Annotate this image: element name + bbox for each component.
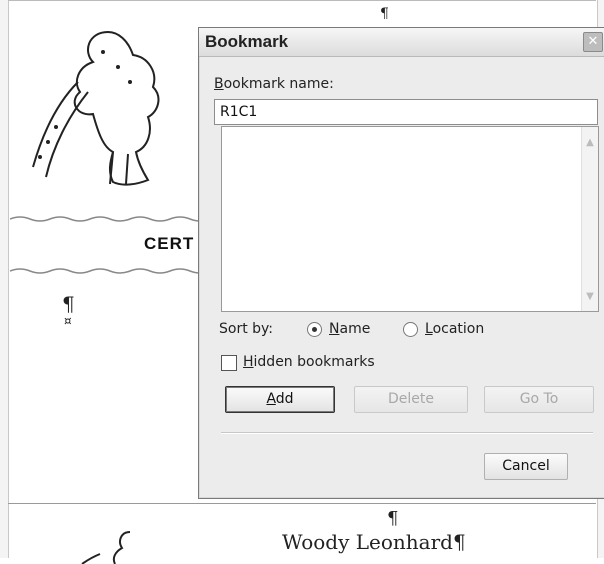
clip-art-image [81,531,131,564]
dialog-title: Bookmark [205,32,289,51]
bookmark-name-label: Bookmark name: [214,76,334,92]
paragraph-mark: ¶ [62,292,75,316]
sort-by-label: Sort by: [219,321,274,337]
close-icon: ✕ [587,34,599,49]
add-button[interactable]: Add [225,386,335,413]
list-scrollbar[interactable]: ▲ ▼ [581,127,598,311]
clip-art-image [32,30,160,186]
dialog-title-bar[interactable]: Bookmark ✕ [199,28,604,57]
sort-name-radio[interactable] [307,322,322,337]
delete-button[interactable]: Delete [354,386,468,413]
cancel-button[interactable]: Cancel [484,453,568,480]
scroll-down-icon[interactable]: ▼ [582,289,598,305]
table-border-top [8,0,596,1]
bookmark-name-input[interactable]: R1C1 [214,99,598,125]
sort-location-label[interactable]: Location [425,321,484,337]
paragraph-mark: ¶ [387,508,399,529]
scroll-up-icon[interactable]: ▲ [582,135,598,151]
sort-location-radio[interactable] [403,322,418,337]
paragraph-mark: ¶ [380,6,389,22]
hidden-bookmarks-label[interactable]: Hidden bookmarks [243,354,375,370]
bookmark-dialog: Bookmark ✕ Bookmark name: R1C1 ▲ ▼ Sort … [198,27,604,499]
bookmark-list[interactable]: ▲ ▼ [221,126,599,312]
dialog-divider [221,432,593,434]
sort-name-label[interactable]: Name [329,321,370,337]
hidden-bookmarks-checkbox[interactable] [221,355,237,371]
table-row-border [8,503,596,504]
end-of-cell-marker: ¤ [64,314,72,328]
radio-selected-dot [312,327,317,332]
certificate-text: CERT [144,234,195,253]
close-button[interactable]: ✕ [583,32,603,52]
recipient-name-text: Woody Leonhard¶ [282,530,466,554]
go-to-button[interactable]: Go To [484,386,594,413]
